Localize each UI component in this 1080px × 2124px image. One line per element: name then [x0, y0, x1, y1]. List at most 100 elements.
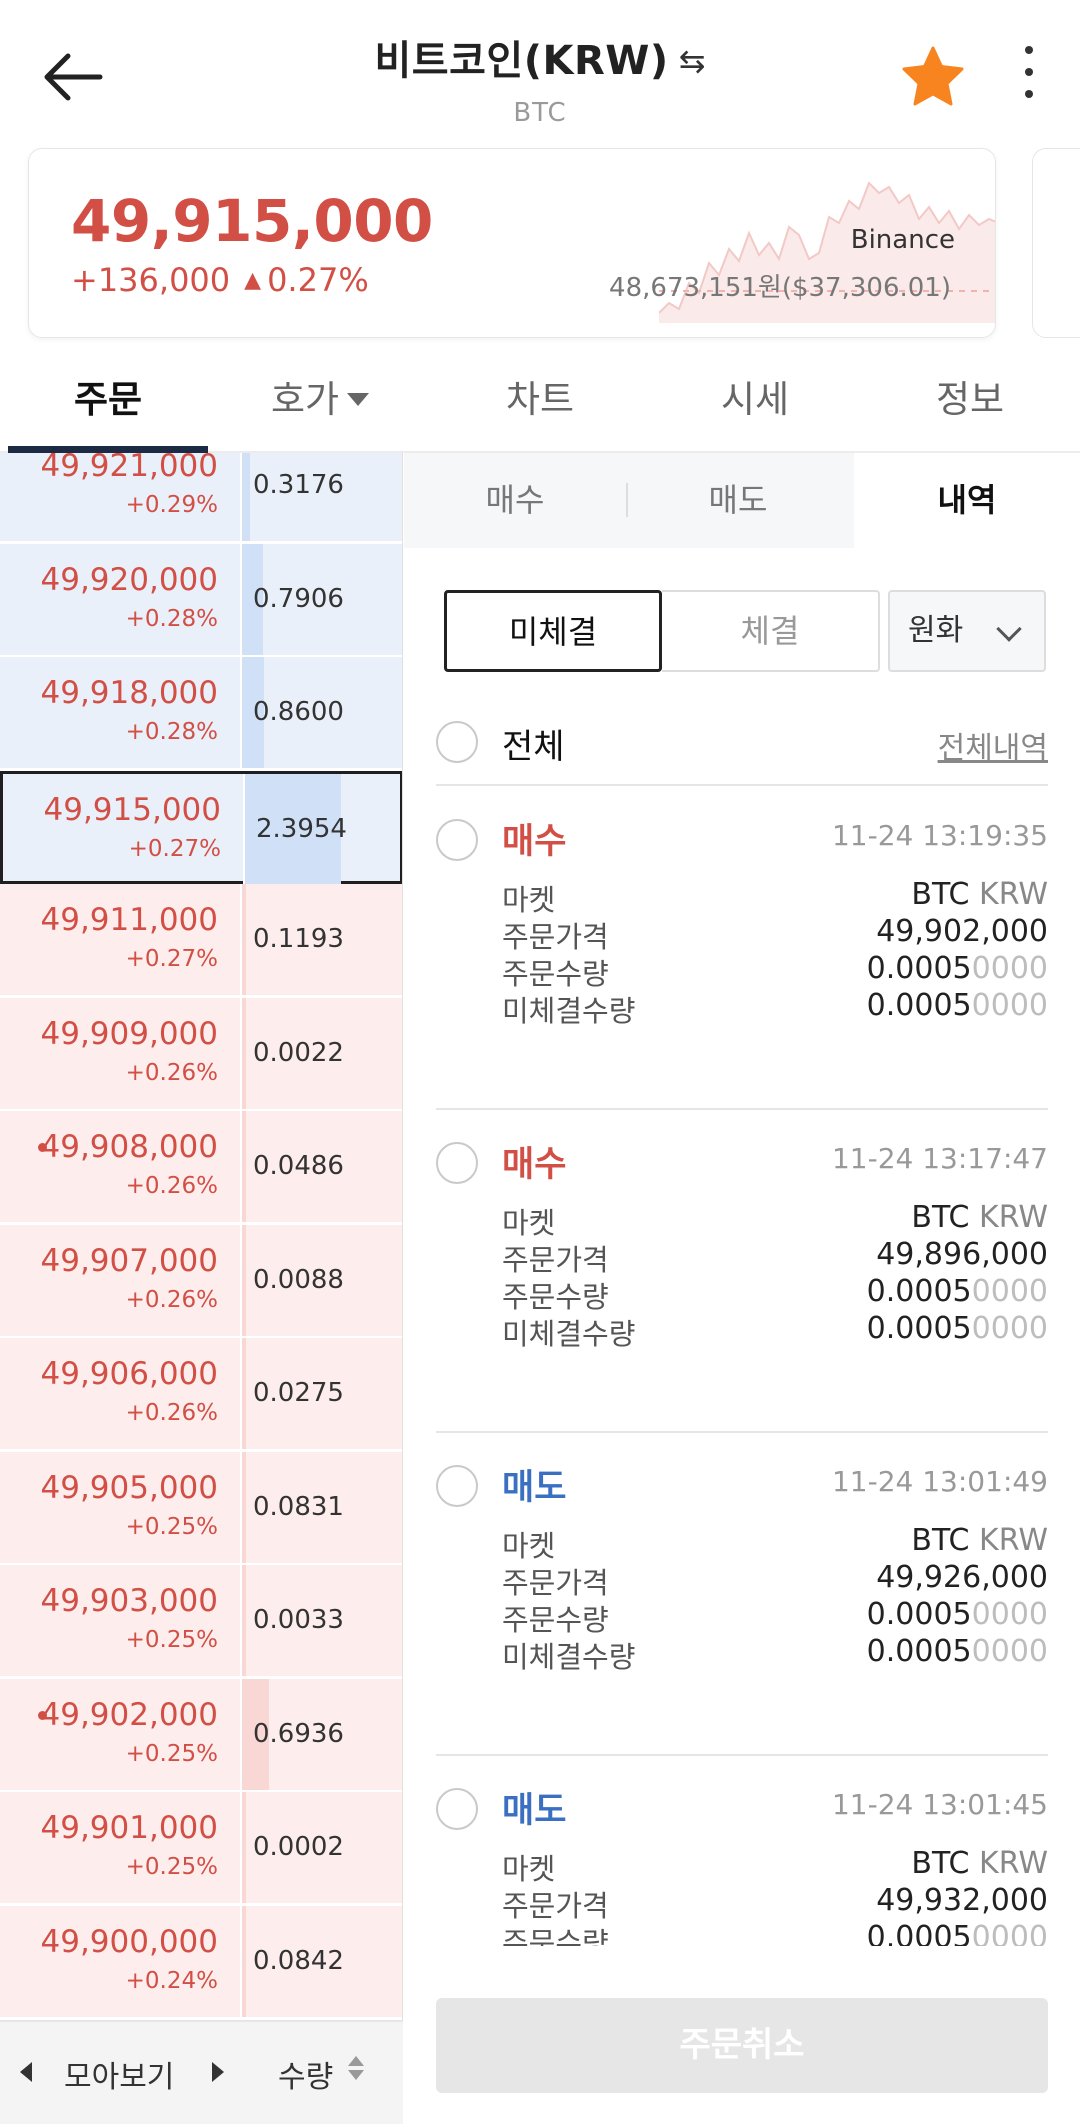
qty-main: 0.0005: [866, 951, 972, 986]
volume-bar: [242, 884, 246, 995]
orderbook-footer: 모아보기 수량: [0, 2020, 403, 2124]
field-label-price: 주문가격: [502, 1243, 609, 1277]
exchange-price: 48,673,151원($37,306.01): [609, 273, 951, 303]
subtab-buy[interactable]: 매수: [404, 453, 626, 548]
field-value-market: BTC KRW: [911, 1846, 1048, 1881]
field-label-market: 마켓: [502, 1206, 556, 1240]
row-price: 49,903,000: [40, 1583, 219, 1619]
filter-filled[interactable]: 체결: [662, 590, 880, 672]
row-qty: 0.6936: [253, 1718, 344, 1749]
qty-sort-button[interactable]: 수량: [278, 2052, 333, 2096]
row-change-pct: +0.25%: [125, 1740, 218, 1767]
row-price: 49,918,000: [40, 675, 219, 711]
ask-row[interactable]: 49,921,000 +0.29% 0.3176: [0, 453, 402, 543]
ask-row[interactable]: 49,918,000 +0.28% 0.8600: [0, 657, 402, 770]
price-cell: 49,901,000 +0.25%: [0, 1792, 242, 1903]
tab-chart[interactable]: 차트: [440, 350, 640, 450]
order-side: 매수: [502, 1145, 567, 1185]
row-price: 49,911,000: [40, 902, 219, 938]
price-change: +136,000 ▲ 0.27%: [71, 261, 369, 299]
order-panel: 매수 매도 내역 미체결 체결 원화 전체 전체내역 매수 11-24 13:19…: [404, 453, 1080, 2124]
order-select-radio[interactable]: [436, 1142, 478, 1184]
filter-unfilled[interactable]: 미체결: [444, 590, 662, 672]
subtab-history[interactable]: 내역: [854, 453, 1080, 548]
bid-row[interactable]: 49,905,000 +0.25% 0.0831: [0, 1451, 402, 1565]
field-value-market: BTC KRW: [911, 1200, 1048, 1235]
bid-row[interactable]: 49,906,000 +0.26% 0.0275: [0, 1338, 402, 1451]
cancel-order-button[interactable]: 주문취소: [436, 1998, 1048, 2093]
bid-row[interactable]: 49,911,000 +0.27% 0.1193: [0, 884, 402, 997]
field-value-unfilled: 0.00050000: [867, 1311, 1048, 1346]
subtab-sell[interactable]: 매도: [628, 453, 848, 548]
ask-row[interactable]: 49,920,000 +0.28% 0.7906: [0, 543, 402, 657]
orderbook: 49,921,000 +0.29% 0.3176 49,920,000 +0.28% 0.…: [0, 453, 403, 2020]
order-select-radio[interactable]: [436, 1465, 478, 1507]
bid-row[interactable]: 49,908,000 +0.26% 0.0486: [0, 1111, 402, 1224]
favorite-star-icon[interactable]: [900, 44, 966, 110]
ask-row[interactable]: 49,915,000 +0.27% 2.3954: [0, 770, 402, 885]
market-quote: KRW: [979, 1200, 1048, 1235]
prev-arrow-icon[interactable]: [20, 2062, 32, 2082]
order-time: 11-24 13:19:35: [831, 819, 1048, 852]
row-price: 49,908,000: [40, 1129, 219, 1165]
tab-market-price[interactable]: 시세: [655, 350, 855, 450]
next-card-peek[interactable]: [1032, 148, 1080, 338]
bid-row[interactable]: 49,902,000 +0.25% 0.6936: [0, 1678, 402, 1792]
price-cell: 49,907,000 +0.26%: [0, 1224, 242, 1336]
group-view-button[interactable]: 모아보기: [64, 2052, 174, 2096]
field-value-qty: 0.00050000: [867, 1274, 1048, 1309]
volume-bar: [242, 1792, 246, 1903]
bid-row[interactable]: 49,909,000 +0.26% 0.0022: [0, 997, 402, 1111]
market-base: BTC: [911, 1200, 970, 1235]
unfilled-tail: 0000: [971, 1634, 1048, 1669]
volume-bar: [242, 453, 250, 541]
change-amount: +136,000: [71, 261, 231, 299]
field-label-unfilled: 미체결수량: [502, 1640, 636, 1674]
price-cell: 49,902,000 +0.25%: [0, 1678, 242, 1790]
bid-row[interactable]: 49,901,000 +0.25% 0.0002: [0, 1792, 402, 1905]
qty-tail: 0000: [971, 1920, 1048, 1946]
tab-orderbook[interactable]: 호가: [220, 350, 420, 450]
unfilled-main: 0.0005: [866, 1634, 972, 1669]
row-change-pct: +0.25%: [125, 1627, 218, 1653]
more-menu-icon[interactable]: [1010, 46, 1048, 106]
volume-bar: [242, 1338, 246, 1449]
row-price: 49,909,000: [40, 1015, 219, 1052]
tab-order[interactable]: 주문: [8, 350, 208, 450]
bid-row[interactable]: 49,900,000 +0.24% 0.0842: [0, 1905, 402, 2019]
order-time: 11-24 13:17:47: [831, 1142, 1048, 1175]
row-qty: 0.3176: [253, 470, 344, 500]
price-cell: 49,905,000 +0.25%: [0, 1451, 242, 1563]
field-value-qty: 0.00050000: [867, 951, 1048, 986]
market-quote: KRW: [979, 877, 1048, 912]
order-select-radio[interactable]: [436, 819, 478, 861]
field-label-qty: 주문수량: [502, 1926, 609, 1946]
main-tabs: 주문 호가 차트 시세 정보: [0, 350, 1080, 453]
bid-row[interactable]: 49,903,000 +0.25% 0.0033: [0, 1565, 402, 1678]
tab-orderbook-label: 호가: [270, 378, 340, 421]
field-label-market: 마켓: [502, 1529, 556, 1563]
volume-bar: [242, 1451, 246, 1563]
order-side: 매수: [502, 822, 567, 862]
bid-row[interactable]: 49,907,000 +0.26% 0.0088: [0, 1224, 402, 1338]
row-qty: 0.0486: [253, 1151, 344, 1181]
row-qty: 0.8600: [253, 697, 344, 727]
field-value-qty: 0.00050000: [867, 1920, 1048, 1946]
select-all-radio[interactable]: [436, 721, 478, 763]
tab-info[interactable]: 정보: [870, 350, 1070, 450]
field-value-market: BTC KRW: [911, 877, 1048, 912]
sort-icon[interactable]: [348, 2056, 366, 2084]
market-base: BTC: [911, 1846, 970, 1881]
field-value-market: BTC KRW: [911, 1523, 1048, 1558]
qty-tail: 0000: [971, 1274, 1048, 1309]
row-qty: 0.0275: [253, 1378, 344, 1408]
row-change-pct: +0.27%: [125, 946, 218, 972]
row-price: 49,921,000: [40, 453, 219, 484]
all-history-link[interactable]: 전체내역: [938, 723, 1048, 767]
price-cell: 49,915,000 +0.27%: [3, 773, 245, 885]
next-arrow-icon[interactable]: [212, 2062, 224, 2082]
currency-select[interactable]: 원화: [888, 590, 1046, 672]
row-qty: 0.0033: [253, 1605, 344, 1635]
field-label-market: 마켓: [502, 1852, 556, 1886]
order-select-radio[interactable]: [436, 1788, 478, 1830]
